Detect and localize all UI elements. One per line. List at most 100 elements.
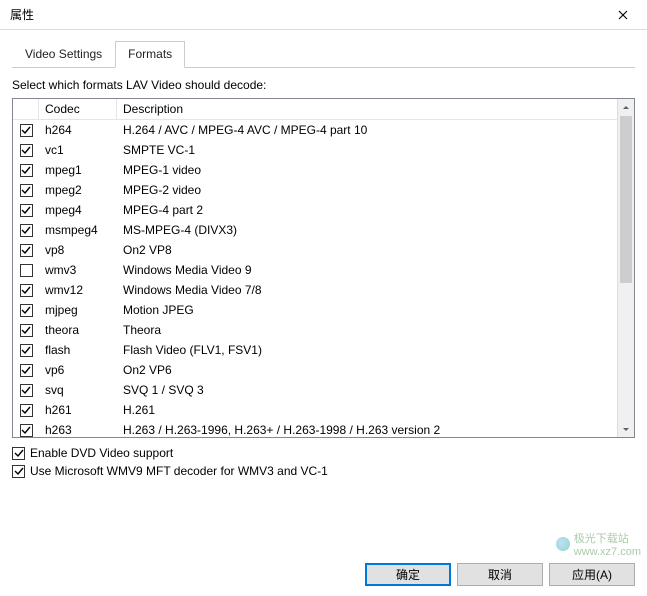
description-cell: On2 VP8 bbox=[117, 240, 617, 260]
option-wmv9: Use Microsoft WMV9 MFT decoder for WMV3 … bbox=[12, 464, 635, 478]
chevron-up-icon bbox=[622, 104, 630, 112]
chevron-down-icon bbox=[622, 425, 630, 433]
table-row[interactable]: wmv3Windows Media Video 9 bbox=[13, 260, 617, 280]
scroll-thumb[interactable] bbox=[620, 116, 632, 283]
format-checkbox[interactable] bbox=[20, 304, 33, 317]
description-cell: SMPTE VC-1 bbox=[117, 140, 617, 160]
header-codec: Codec bbox=[39, 99, 117, 119]
description-cell: Theora bbox=[117, 320, 617, 340]
codec-cell: wmv12 bbox=[39, 280, 117, 300]
table-row[interactable]: vp6On2 VP6 bbox=[13, 360, 617, 380]
codec-cell: h263 bbox=[39, 420, 117, 437]
table-row[interactable]: mjpegMotion JPEG bbox=[13, 300, 617, 320]
window-title: 属性 bbox=[10, 6, 34, 23]
description-cell: Windows Media Video 7/8 bbox=[117, 280, 617, 300]
table-row[interactable]: flashFlash Video (FLV1, FSV1) bbox=[13, 340, 617, 360]
codec-cell: vp6 bbox=[39, 360, 117, 380]
client-area: Video SettingsFormats Select which forma… bbox=[0, 30, 647, 478]
codec-cell: svq bbox=[39, 380, 117, 400]
description-cell: Flash Video (FLV1, FSV1) bbox=[117, 340, 617, 360]
table-row[interactable]: h264H.264 / AVC / MPEG-4 AVC / MPEG-4 pa… bbox=[13, 120, 617, 140]
wmv9-label: Use Microsoft WMV9 MFT decoder for WMV3 … bbox=[30, 464, 328, 478]
format-checkbox[interactable] bbox=[20, 384, 33, 397]
format-checkbox[interactable] bbox=[20, 184, 33, 197]
header-check bbox=[13, 99, 39, 119]
format-checkbox[interactable] bbox=[20, 124, 33, 137]
table-row[interactable]: mpeg4MPEG-4 part 2 bbox=[13, 200, 617, 220]
table-row[interactable]: vp8On2 VP8 bbox=[13, 240, 617, 260]
check-icon bbox=[21, 365, 31, 375]
table-body: h264H.264 / AVC / MPEG-4 AVC / MPEG-4 pa… bbox=[13, 120, 617, 437]
titlebar: 属性 bbox=[0, 0, 647, 30]
codec-cell: vc1 bbox=[39, 140, 117, 160]
check-icon bbox=[21, 285, 31, 295]
codec-cell: vp8 bbox=[39, 240, 117, 260]
table-row[interactable]: h263H.263 / H.263-1996, H.263+ / H.263-1… bbox=[13, 420, 617, 437]
table-row[interactable]: mpeg2MPEG-2 video bbox=[13, 180, 617, 200]
format-checkbox[interactable] bbox=[20, 324, 33, 337]
header-description: Description bbox=[117, 99, 617, 119]
options-group: Enable DVD Video support Use Microsoft W… bbox=[12, 446, 635, 478]
description-cell: MPEG-4 part 2 bbox=[117, 200, 617, 220]
table-row[interactable]: msmpeg4MS-MPEG-4 (DIVX3) bbox=[13, 220, 617, 240]
format-checkbox[interactable] bbox=[20, 144, 33, 157]
format-checkbox[interactable] bbox=[20, 344, 33, 357]
check-icon bbox=[21, 425, 31, 435]
description-cell: Windows Media Video 9 bbox=[117, 260, 617, 280]
format-checkbox[interactable] bbox=[20, 404, 33, 417]
watermark: 极光下载站 www.xz7.com bbox=[556, 530, 641, 558]
check-icon bbox=[21, 145, 31, 155]
format-checkbox[interactable] bbox=[20, 244, 33, 257]
check-icon bbox=[14, 466, 24, 476]
check-icon bbox=[21, 185, 31, 195]
format-checkbox[interactable] bbox=[20, 224, 33, 237]
table-row[interactable]: mpeg1MPEG-1 video bbox=[13, 160, 617, 180]
apply-button[interactable]: 应用(A) bbox=[549, 563, 635, 586]
table-row[interactable]: vc1SMPTE VC-1 bbox=[13, 140, 617, 160]
dvd-checkbox[interactable] bbox=[12, 447, 25, 460]
codec-cell: mjpeg bbox=[39, 300, 117, 320]
scroll-down-button[interactable] bbox=[618, 420, 634, 437]
format-checkbox[interactable] bbox=[20, 264, 33, 277]
check-icon bbox=[21, 245, 31, 255]
check-icon bbox=[21, 385, 31, 395]
codec-cell: mpeg4 bbox=[39, 200, 117, 220]
cancel-button[interactable]: 取消 bbox=[457, 563, 543, 586]
close-icon bbox=[618, 10, 628, 20]
wmv9-checkbox[interactable] bbox=[12, 465, 25, 478]
description-cell: H.264 / AVC / MPEG-4 AVC / MPEG-4 part 1… bbox=[117, 120, 617, 140]
close-button[interactable] bbox=[607, 3, 639, 27]
codec-cell: mpeg2 bbox=[39, 180, 117, 200]
scroll-track[interactable] bbox=[618, 116, 634, 420]
table-row[interactable]: theoraTheora bbox=[13, 320, 617, 340]
ok-button[interactable]: 确定 bbox=[365, 563, 451, 586]
format-checkbox[interactable] bbox=[20, 164, 33, 177]
formats-table: Codec Description h264H.264 / AVC / MPEG… bbox=[12, 98, 635, 438]
description-cell: On2 VP6 bbox=[117, 360, 617, 380]
table-row[interactable]: svqSVQ 1 / SVQ 3 bbox=[13, 380, 617, 400]
scroll-up-button[interactable] bbox=[618, 99, 634, 116]
tab-video-settings[interactable]: Video Settings bbox=[12, 41, 115, 68]
check-icon bbox=[21, 165, 31, 175]
watermark-text2: www.xz7.com bbox=[574, 546, 641, 558]
format-checkbox[interactable] bbox=[20, 364, 33, 377]
table-row[interactable]: wmv12Windows Media Video 7/8 bbox=[13, 280, 617, 300]
description-cell: MPEG-2 video bbox=[117, 180, 617, 200]
format-checkbox[interactable] bbox=[20, 424, 33, 437]
table-row[interactable]: h261H.261 bbox=[13, 400, 617, 420]
format-checkbox[interactable] bbox=[20, 204, 33, 217]
instruction-text: Select which formats LAV Video should de… bbox=[12, 78, 635, 92]
check-icon bbox=[21, 305, 31, 315]
check-icon bbox=[21, 325, 31, 335]
check-icon bbox=[21, 225, 31, 235]
codec-cell: h261 bbox=[39, 400, 117, 420]
codec-cell: wmv3 bbox=[39, 260, 117, 280]
tab-formats[interactable]: Formats bbox=[115, 41, 185, 68]
table-header: Codec Description bbox=[13, 99, 617, 120]
vertical-scrollbar[interactable] bbox=[617, 99, 634, 437]
description-cell: SVQ 1 / SVQ 3 bbox=[117, 380, 617, 400]
watermark-icon bbox=[556, 537, 570, 551]
format-checkbox[interactable] bbox=[20, 284, 33, 297]
codec-cell: mpeg1 bbox=[39, 160, 117, 180]
codec-cell: h264 bbox=[39, 120, 117, 140]
